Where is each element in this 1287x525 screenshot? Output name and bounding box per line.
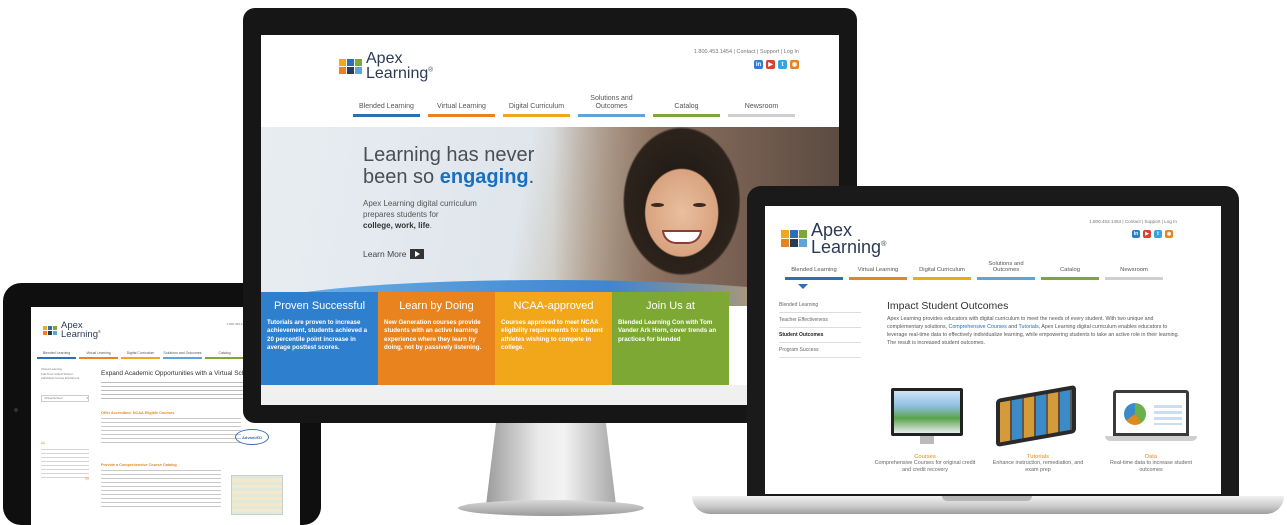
section-body-ncaa xyxy=(101,418,241,446)
twitter-icon[interactable]: t xyxy=(778,60,787,69)
sidebar-item-teacher-effectiveness[interactable]: Teacher Effectiveness xyxy=(779,313,861,328)
nav-solutions-outcomes[interactable]: Solutions and Outcomes xyxy=(977,254,1035,280)
product-tutorials[interactable]: Tutorials Enhance instruction, remediati… xyxy=(986,382,1090,475)
main-nav: Blended Learning Virtual Learning Digita… xyxy=(353,89,795,117)
social-icons: in ▶ t ◉ xyxy=(1132,230,1173,238)
logo-mark-icon xyxy=(43,326,57,336)
section-heading-ncaa: Offer Accredited, NCAA Eligible Courses xyxy=(101,411,175,415)
section-body-catalog xyxy=(101,470,221,510)
comprehensive-courses-link[interactable]: Comprehensive Courses xyxy=(949,324,1007,330)
page-title: Impact Student Outcomes xyxy=(887,300,1009,312)
feature-learn-by-doing[interactable]: Learn by Doing New Generation courses pro… xyxy=(378,292,495,385)
nav-solutions-outcomes[interactable]: Solutions and Outcomes xyxy=(163,343,202,359)
laptop-screen: Apex Learning® 1.800.453.1454 | Contact |… xyxy=(765,206,1221,494)
hero-subtext: Apex Learning digital curriculum prepare… xyxy=(363,199,477,230)
product-list: Courses Comprehensive Courses for origin… xyxy=(873,382,1203,475)
nav-virtual-learning[interactable]: Virtual Learning xyxy=(849,254,907,280)
photo-eye xyxy=(651,203,664,207)
social-icons: in ▶ t ◉ xyxy=(754,60,799,69)
nav-blended-learning[interactable]: Blended Learning xyxy=(37,343,76,359)
courses-desktop-image xyxy=(873,382,977,448)
nav-virtual-learning[interactable]: Virtual Learning xyxy=(428,89,495,117)
youtube-icon[interactable]: ▶ xyxy=(766,60,775,69)
logo-text: Apex Learning® xyxy=(811,220,887,257)
site-header: Apex Learning® 1.800.453.1454 | Contact |… xyxy=(261,35,839,127)
product-data[interactable]: Data Real-time data to increase student … xyxy=(1099,382,1203,475)
hero-headline: Learning has never been so engaging. xyxy=(363,144,535,188)
nav-digital-curriculum[interactable]: Digital Curriculum xyxy=(503,89,570,117)
product-courses[interactable]: Courses Comprehensive Courses for origin… xyxy=(873,382,977,475)
quote-close-icon: ” xyxy=(85,475,89,489)
nav-digital-curriculum[interactable]: Digital Curriculum xyxy=(121,343,160,359)
twitter-icon[interactable]: t xyxy=(1154,230,1162,238)
laptop-logo[interactable]: Apex Learning® xyxy=(781,220,887,257)
rss-icon[interactable]: ◉ xyxy=(790,60,799,69)
laptop-device: Apex Learning® 1.800.453.1454 | Contact |… xyxy=(747,186,1239,496)
youtube-icon[interactable]: ▶ xyxy=(1143,230,1151,238)
nav-catalog[interactable]: Catalog xyxy=(1041,254,1099,280)
utility-links[interactable]: 1.800.453.1454 | Contact | Support | Log… xyxy=(1089,219,1177,224)
page-title: Expand Academic Opportunities with a Vir… xyxy=(101,370,255,377)
data-laptop-image xyxy=(1099,382,1203,448)
main-nav: Blended Learning Virtual Learning Digita… xyxy=(785,254,1163,280)
sidebar-item-blended-learning[interactable]: Blended Learning xyxy=(779,298,861,313)
monitor-logo[interactable]: Apex Learning® xyxy=(339,50,433,82)
laptop-base xyxy=(692,496,1284,514)
nav-newsroom[interactable]: Newsroom xyxy=(728,89,795,117)
nav-blended-learning[interactable]: Blended Learning xyxy=(353,89,420,117)
feature-join-us[interactable]: Join Us at Blended Learning Con with Tom … xyxy=(612,292,729,385)
tablet-sidebar: Virtual Learning Full-Time Virtual Schoo… xyxy=(41,367,89,402)
nav-solutions-outcomes[interactable]: Solutions and Outcomes xyxy=(578,89,645,117)
nav-virtual-learning[interactable]: Virtual Learning xyxy=(79,343,118,359)
chevron-down-icon: ▾ xyxy=(86,395,88,400)
logo-text: Apex Learning® xyxy=(61,320,101,340)
linkedin-icon[interactable]: in xyxy=(1132,230,1140,238)
rss-icon[interactable]: ◉ xyxy=(1165,230,1173,238)
active-nav-caret-icon xyxy=(798,284,808,289)
intro-paragraph: Apex Learning provides educators with di… xyxy=(887,316,1179,346)
photo-eye xyxy=(693,203,706,207)
learn-more-button[interactable]: Learn More xyxy=(363,249,425,259)
nav-digital-curriculum[interactable]: Digital Curriculum xyxy=(913,254,971,280)
linkedin-icon[interactable]: in xyxy=(754,60,763,69)
tutorials-link[interactable]: Tutorials xyxy=(1019,324,1039,330)
testimonial-quote: “ ” xyxy=(41,440,89,489)
quote-text xyxy=(41,449,89,479)
tablet-camera xyxy=(14,408,18,412)
photo-smile xyxy=(662,230,702,244)
sidebar-item-individual-course[interactable]: Individual Course Enrollment xyxy=(41,376,89,381)
monitor-stand xyxy=(486,420,616,505)
nav-catalog[interactable]: Catalog xyxy=(653,89,720,117)
sidebar-item-program-success[interactable]: Program Success xyxy=(779,343,861,358)
nav-blended-learning[interactable]: Blended Learning xyxy=(785,254,843,280)
logo-mark-icon xyxy=(781,230,807,248)
nav-catalog[interactable]: Catalog xyxy=(205,343,244,359)
laptop-sidebar: Blended Learning Teacher Effectiveness S… xyxy=(779,298,861,358)
feature-ncaa-approved[interactable]: NCAA-approved Courses approved to meet NC… xyxy=(495,292,612,385)
tablet-logo[interactable]: Apex Learning® xyxy=(43,320,101,340)
catalog-thumbnail[interactable] xyxy=(231,475,283,515)
virtual-school-select[interactable]: Virtual School ▾ xyxy=(41,394,89,402)
play-icon xyxy=(410,249,425,259)
nav-newsroom[interactable]: Newsroom xyxy=(1105,254,1163,280)
section-heading-catalog: Provide a Comprehensive Course Catalog xyxy=(101,463,177,467)
advanced-badge: AdvancED xyxy=(235,429,269,445)
logo-mark-icon xyxy=(339,59,362,75)
feature-proven-successful[interactable]: Proven Successful Tutorials are proven to… xyxy=(261,292,378,385)
sidebar-item-student-outcomes[interactable]: Student Outcomes xyxy=(779,328,861,343)
tutorials-tablet-image xyxy=(986,382,1090,448)
logo-text: Apex Learning® xyxy=(366,50,433,82)
monitor-stand-base xyxy=(458,500,644,516)
utility-links[interactable]: 1.800.453.1454 | Contact | Support | Log… xyxy=(694,49,799,55)
